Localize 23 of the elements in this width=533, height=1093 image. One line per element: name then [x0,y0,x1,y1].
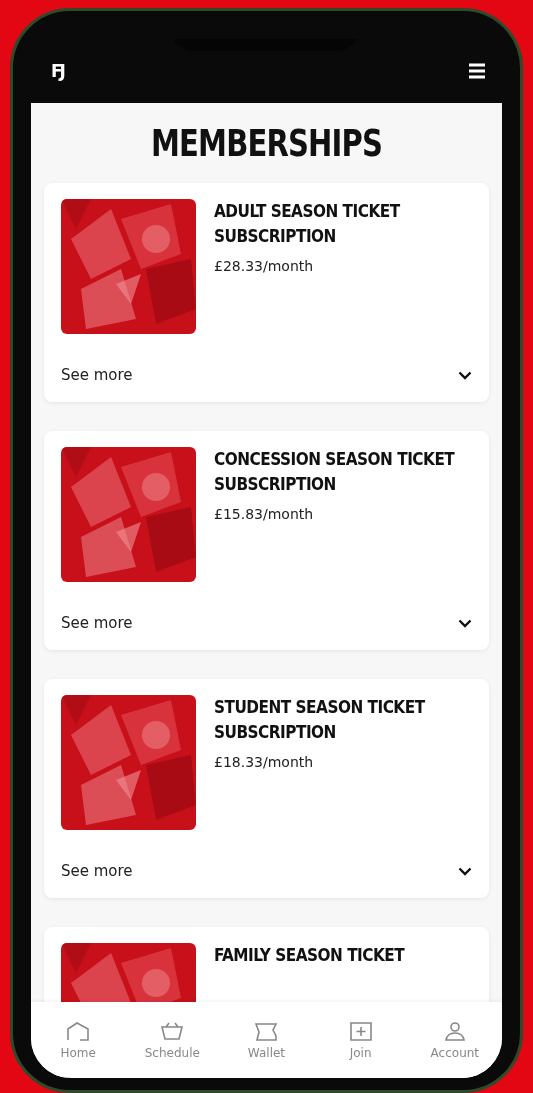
nav-tab[interactable]: Wallet [226,1020,307,1060]
logo[interactable]: FJ [51,61,63,81]
price: £15.83/month [214,506,315,522]
see-more-toggle[interactable]: See more [61,366,472,384]
see-more-toggle[interactable]: See more [61,614,472,632]
add-box-icon [348,1020,373,1042]
ticket-icon [254,1020,279,1042]
membership-title: CONCESSION SEASON TICKET SUBSCRIPTION [214,448,456,496]
see-more-toggle[interactable]: See more [61,862,472,880]
membership-title: STUDENT SEASON TICKET SUBSCRIPTION [214,696,426,744]
nav-tab[interactable]: Home [38,1020,119,1060]
membership-title: ADULT SEASON TICKET SUBSCRIPTION [214,200,401,248]
price: £28.33/month [214,258,315,274]
membership-title: FAMILY SEASON TICKET [214,944,405,967]
menu-icon[interactable] [468,63,486,79]
person-icon [442,1020,467,1042]
nav-tab[interactable]: Schedule [132,1020,213,1060]
nav-tab[interactable]: Account [414,1020,495,1060]
price: £18.33/month [214,754,315,770]
home-icon [66,1020,91,1042]
basket-icon [160,1020,185,1042]
page-title: MEMBERSHIPS [150,121,383,165]
nav-tab[interactable]: Join [320,1020,401,1060]
